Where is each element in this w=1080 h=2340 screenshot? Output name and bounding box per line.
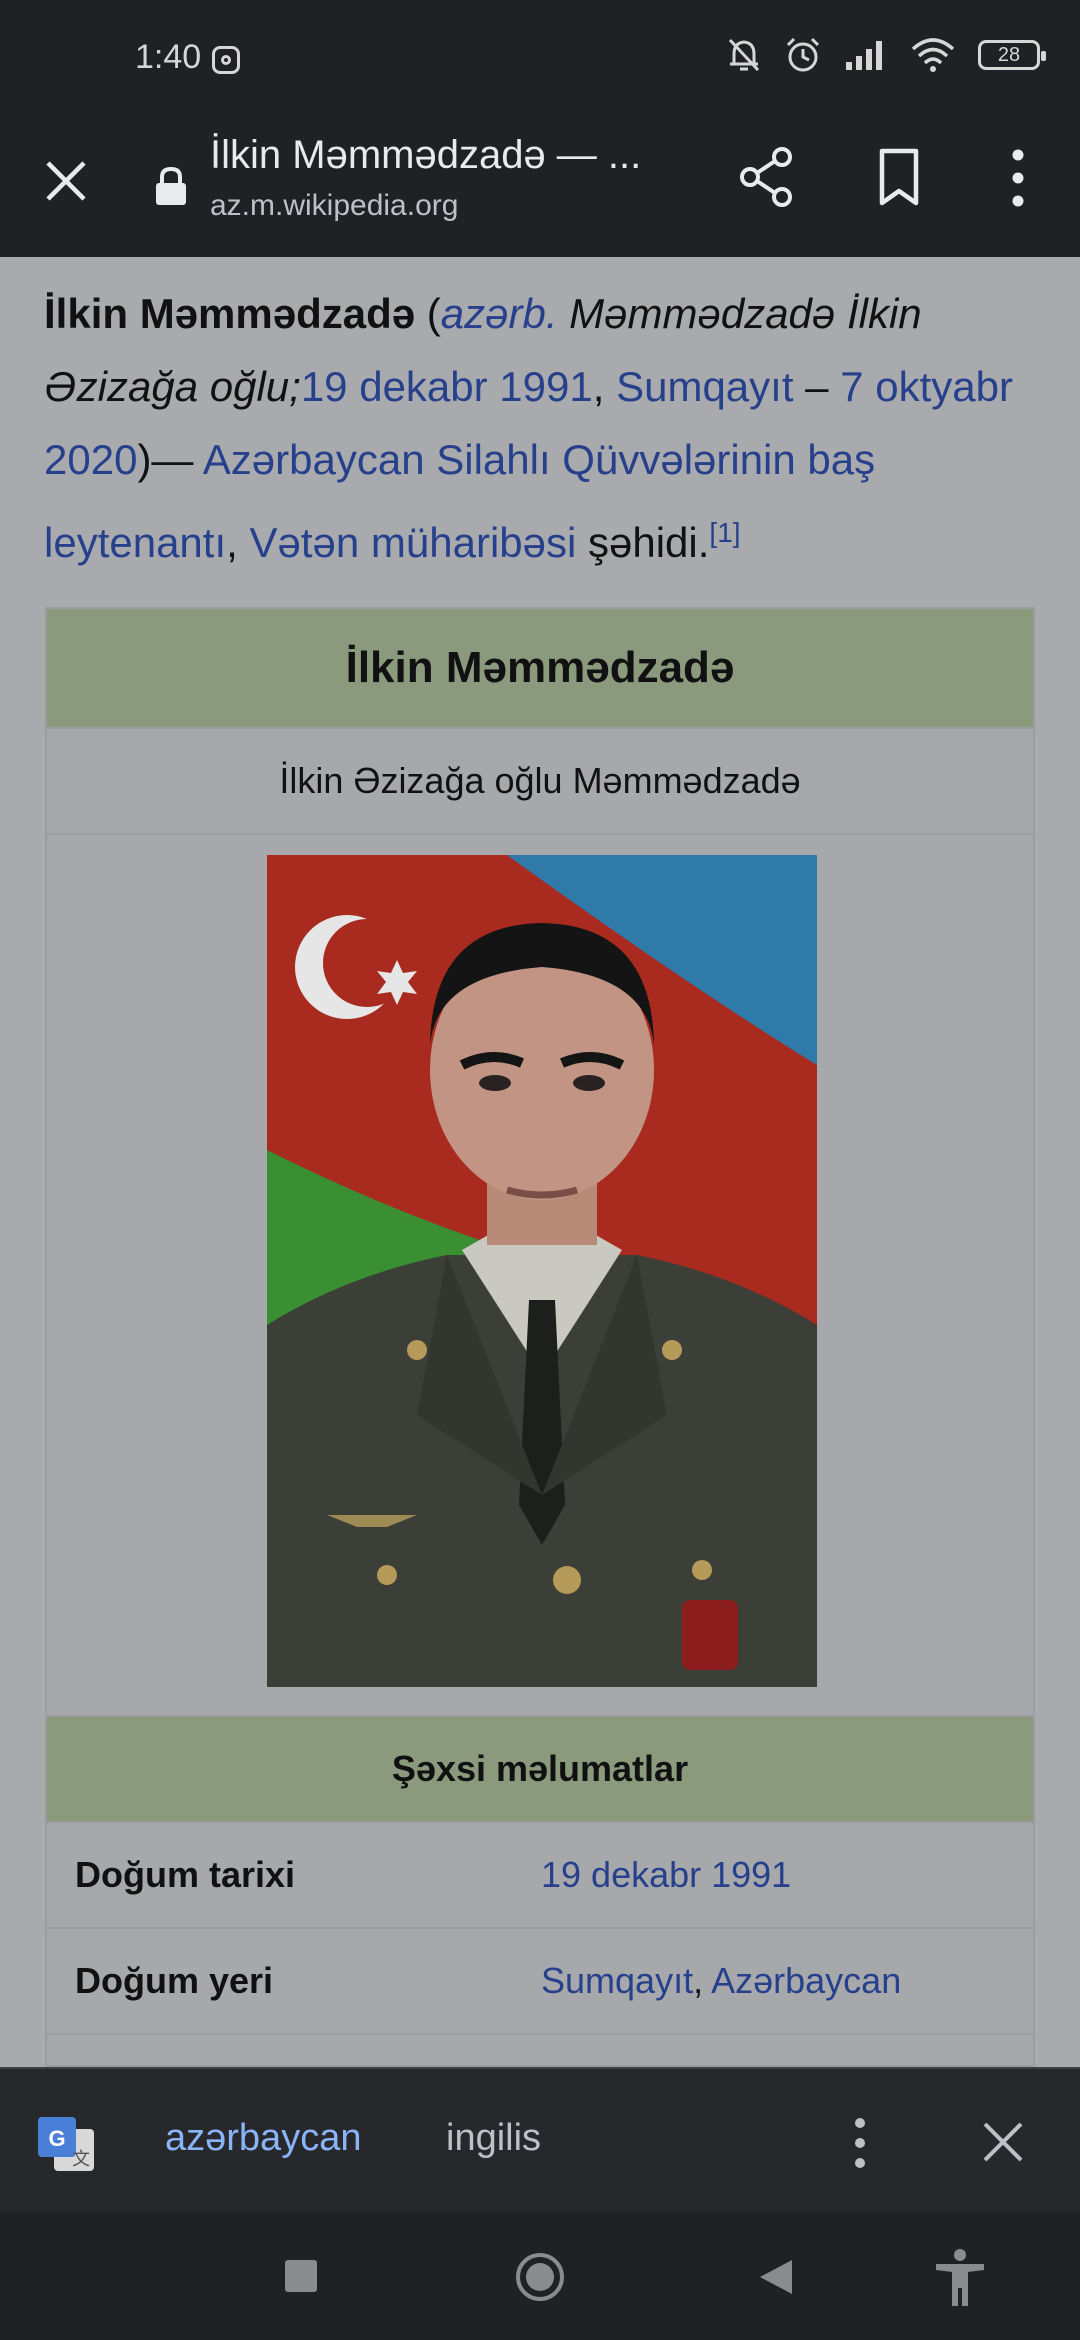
target-language-tab[interactable]: ingilis (446, 2117, 541, 2160)
article-content: İlkin Məmmədzadə (azərb. Məmmədzadə İlki… (0, 257, 1080, 2067)
infobox-row-birth-place: Doğum yeri Sumqayıt, Azərbaycan (47, 1929, 1033, 2035)
instagram-icon (212, 46, 240, 74)
custom-tab-toolbar: İlkin Məmmədzadə — ... az.m.wikipedia.or… (0, 125, 1080, 257)
translate-bar: G 文 azərbaycan ingilis (0, 2067, 1080, 2212)
more-vert-icon[interactable] (1000, 147, 1036, 209)
reference-link[interactable]: [1] (709, 517, 740, 548)
bell-muted-icon (728, 38, 760, 72)
close-icon[interactable] (980, 2119, 1026, 2165)
battery-icon: 28 (978, 40, 1046, 70)
infobox-key: Doğum yeri (75, 1960, 274, 2001)
infobox-key: Doğum tarixi (75, 1854, 296, 1895)
infobox: İlkin Məmmədzadə İlkin Əzizağa oğlu Məmm… (45, 607, 1035, 2067)
status-icons: 28 (726, 36, 1046, 74)
page-title[interactable]: İlkin Məmmədzadə — ... (210, 133, 680, 178)
war-link[interactable]: Vətən müharibəsi (249, 519, 576, 566)
alarm-icon (786, 37, 820, 72)
article-subject-name: İlkin Məmmədzadə (44, 290, 416, 337)
infobox-subtitle: İlkin Əzizağa oğlu Məmmədzadə (47, 729, 1033, 835)
lead-text: )— (137, 436, 203, 483)
share-icon[interactable] (738, 145, 794, 209)
recents-icon[interactable] (285, 2260, 317, 2292)
portrait-photo[interactable] (267, 855, 817, 1687)
lead-text: şəhidi. (576, 519, 710, 566)
infobox-row-birth-date: Doğum tarixi 19 dekabr 1991 (47, 1823, 1033, 1929)
source-language-tab[interactable]: azərbaycan (165, 2117, 361, 2160)
status-time: 1:40 (135, 38, 202, 76)
lead-text: , (226, 519, 250, 566)
home-icon[interactable] (515, 2252, 565, 2302)
infobox-birth-city-link[interactable]: Sumqayıt (541, 1960, 693, 2001)
infobox-birth-date-link[interactable]: 19 dekabr 1991 (541, 1854, 791, 1896)
lead-text: – (793, 363, 841, 410)
lead-text: ( (415, 290, 441, 337)
signal-icon (846, 41, 882, 70)
birth-date-link[interactable]: 19 dekabr 1991 (301, 363, 593, 410)
system-nav-bar (0, 2212, 1080, 2340)
infobox-title: İlkin Məmmədzadə (47, 609, 1033, 729)
wifi-icon (911, 38, 955, 72)
page-url[interactable]: az.m.wikipedia.org (210, 189, 458, 223)
infobox-image-cell (47, 835, 1033, 1717)
google-translate-icon[interactable]: G 文 (36, 2115, 96, 2173)
infobox-birth-country-link[interactable]: Azərbaycan (711, 1960, 901, 2001)
lead-text: , (592, 363, 617, 410)
article-lead-paragraph: İlkin Məmmədzadə (azərb. Məmmədzadə İlki… (44, 277, 1044, 579)
more-vert-icon[interactable] (850, 2115, 870, 2171)
accessibility-icon[interactable] (932, 2248, 988, 2308)
infobox-separator: , (693, 1960, 712, 2001)
status-bar: 1:40 28 (0, 0, 1080, 125)
back-icon[interactable] (758, 2258, 794, 2296)
bookmark-icon[interactable] (872, 147, 926, 207)
infobox-section-header: Şəxsi məlumatlar (47, 1717, 1033, 1823)
close-icon[interactable] (38, 153, 94, 209)
lock-icon[interactable] (152, 165, 190, 207)
svg-text:G: G (48, 2126, 65, 2151)
lang-abbrev-link[interactable]: azərb. (441, 290, 558, 337)
birth-place-link[interactable]: Sumqayıt (616, 363, 793, 410)
svg-text:文: 文 (72, 2149, 90, 2169)
